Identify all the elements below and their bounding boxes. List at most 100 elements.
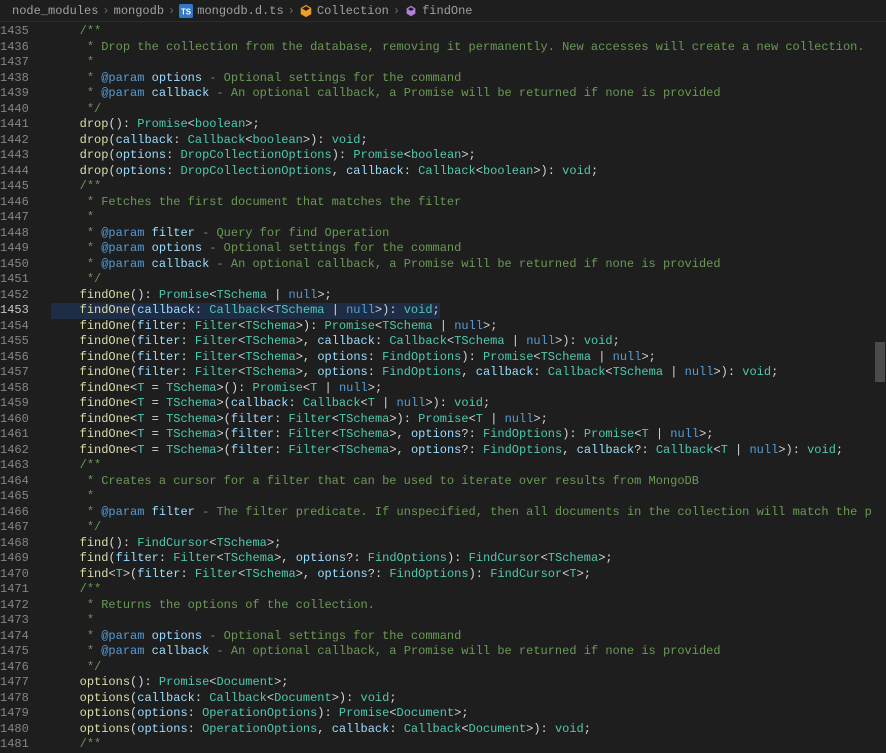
code-line[interactable]: */ bbox=[51, 660, 886, 676]
code-line[interactable]: /** bbox=[51, 458, 886, 474]
line-number: 1457 bbox=[0, 365, 29, 381]
line-number: 1479 bbox=[0, 706, 29, 722]
breadcrumb-item[interactable]: node_modules bbox=[12, 4, 98, 18]
code-line[interactable]: * Returns the options of the collection. bbox=[51, 598, 886, 614]
line-number: 1437 bbox=[0, 55, 29, 71]
vertical-scrollbar[interactable] bbox=[872, 22, 886, 748]
line-number: 1465 bbox=[0, 489, 29, 505]
code-line[interactable]: findOne(callback: Callback<TSchema | nul… bbox=[51, 303, 886, 319]
breadcrumb-label: findOne bbox=[422, 4, 472, 18]
code-line[interactable]: * @param options - Optional settings for… bbox=[51, 71, 886, 87]
code-line[interactable]: drop(callback: Callback<boolean>): void; bbox=[51, 133, 886, 149]
code-line[interactable]: * Creates a cursor for a filter that can… bbox=[51, 474, 886, 490]
line-number: 1461 bbox=[0, 427, 29, 443]
line-number: 1444 bbox=[0, 164, 29, 180]
code-line[interactable]: * Drop the collection from the database,… bbox=[51, 40, 886, 56]
line-number: 1459 bbox=[0, 396, 29, 412]
chevron-right-icon: › bbox=[168, 4, 175, 18]
line-number: 1474 bbox=[0, 629, 29, 645]
line-number: 1475 bbox=[0, 644, 29, 660]
line-number: 1446 bbox=[0, 195, 29, 211]
scrollbar-thumb[interactable] bbox=[875, 342, 885, 382]
line-number: 1458 bbox=[0, 381, 29, 397]
line-number: 1439 bbox=[0, 86, 29, 102]
code-content[interactable]: /** * Drop the collection from the datab… bbox=[47, 22, 886, 748]
code-line[interactable]: /** bbox=[51, 24, 886, 40]
code-line[interactable]: /** bbox=[51, 179, 886, 195]
code-line[interactable]: drop(options: DropCollectionOptions): Pr… bbox=[51, 148, 886, 164]
breadcrumb-item[interactable]: TS mongodb.d.ts bbox=[179, 4, 283, 18]
line-number: 1442 bbox=[0, 133, 29, 149]
line-number: 1476 bbox=[0, 660, 29, 676]
code-line[interactable]: findOne(filter: Filter<TSchema>): Promis… bbox=[51, 319, 886, 335]
line-number: 1454 bbox=[0, 319, 29, 335]
breadcrumb-item[interactable]: Collection bbox=[299, 4, 389, 18]
line-number: 1450 bbox=[0, 257, 29, 273]
line-number: 1470 bbox=[0, 567, 29, 583]
line-number: 1443 bbox=[0, 148, 29, 164]
code-line[interactable]: * @param callback - An optional callback… bbox=[51, 86, 886, 102]
breadcrumb-label: Collection bbox=[317, 4, 389, 18]
code-line[interactable]: options(callback: Callback<Document>): v… bbox=[51, 691, 886, 707]
code-line[interactable]: findOne<T = TSchema>(filter: Filter<TSch… bbox=[51, 427, 886, 443]
symbol-method-icon bbox=[404, 4, 418, 18]
code-line[interactable]: /** bbox=[51, 582, 886, 598]
breadcrumb-label: mongodb.d.ts bbox=[197, 4, 283, 18]
breadcrumb-item[interactable]: findOne bbox=[404, 4, 472, 18]
line-number: 1451 bbox=[0, 272, 29, 288]
code-line[interactable]: findOne(filter: Filter<TSchema>, callbac… bbox=[51, 334, 886, 350]
code-line[interactable]: findOne<T = TSchema>(filter: Filter<TSch… bbox=[51, 412, 886, 428]
line-number: 1480 bbox=[0, 722, 29, 738]
chevron-right-icon: › bbox=[102, 4, 109, 18]
breadcrumb-label: mongodb bbox=[114, 4, 164, 18]
code-line[interactable]: */ bbox=[51, 520, 886, 536]
line-number: 1466 bbox=[0, 505, 29, 521]
code-line[interactable]: * @param filter - The filter predicate. … bbox=[51, 505, 886, 521]
code-line[interactable]: findOne(): Promise<TSchema | null>; bbox=[51, 288, 886, 304]
code-editor[interactable]: 1435143614371438143914401441144214431444… bbox=[0, 22, 886, 748]
code-line[interactable]: * bbox=[51, 210, 886, 226]
code-line[interactable]: options(): Promise<Document>; bbox=[51, 675, 886, 691]
line-number: 1460 bbox=[0, 412, 29, 428]
code-line[interactable]: * @param filter - Query for find Operati… bbox=[51, 226, 886, 242]
line-number: 1456 bbox=[0, 350, 29, 366]
breadcrumb[interactable]: node_modules › mongodb › TS mongodb.d.ts… bbox=[0, 0, 886, 22]
line-number: 1447 bbox=[0, 210, 29, 226]
code-line[interactable]: * @param callback - An optional callback… bbox=[51, 257, 886, 273]
line-number: 1467 bbox=[0, 520, 29, 536]
line-number: 1449 bbox=[0, 241, 29, 257]
code-line[interactable]: */ bbox=[51, 102, 886, 118]
code-line[interactable]: findOne<T = TSchema>(): Promise<T | null… bbox=[51, 381, 886, 397]
code-line[interactable]: */ bbox=[51, 272, 886, 288]
line-number: 1452 bbox=[0, 288, 29, 304]
code-line[interactable]: drop(): Promise<boolean>; bbox=[51, 117, 886, 133]
breadcrumb-item[interactable]: mongodb bbox=[114, 4, 164, 18]
breadcrumb-label: node_modules bbox=[12, 4, 98, 18]
code-line[interactable]: * @param options - Optional settings for… bbox=[51, 241, 886, 257]
line-number: 1453 bbox=[0, 303, 29, 319]
code-line[interactable]: find(filter: Filter<TSchema>, options?: … bbox=[51, 551, 886, 567]
code-line[interactable]: options(options: OperationOptions, callb… bbox=[51, 722, 886, 738]
code-line[interactable]: * @param options - Optional settings for… bbox=[51, 629, 886, 645]
code-line[interactable]: * bbox=[51, 613, 886, 629]
code-line[interactable]: /** bbox=[51, 737, 886, 753]
code-line[interactable]: findOne(filter: Filter<TSchema>, options… bbox=[51, 365, 886, 381]
code-line[interactable]: drop(options: DropCollectionOptions, cal… bbox=[51, 164, 886, 180]
code-line[interactable]: findOne<T = TSchema>(callback: Callback<… bbox=[51, 396, 886, 412]
symbol-class-icon bbox=[299, 4, 313, 18]
code-line[interactable]: find<T>(filter: Filter<TSchema>, options… bbox=[51, 567, 886, 583]
code-line[interactable]: find(): FindCursor<TSchema>; bbox=[51, 536, 886, 552]
code-line[interactable]: findOne<T = TSchema>(filter: Filter<TSch… bbox=[51, 443, 886, 459]
code-line[interactable]: * @param callback - An optional callback… bbox=[51, 644, 886, 660]
code-line[interactable]: findOne(filter: Filter<TSchema>, options… bbox=[51, 350, 886, 366]
line-number: 1438 bbox=[0, 71, 29, 87]
code-line[interactable]: options(options: OperationOptions): Prom… bbox=[51, 706, 886, 722]
line-number: 1448 bbox=[0, 226, 29, 242]
line-number: 1481 bbox=[0, 737, 29, 753]
chevron-right-icon: › bbox=[393, 4, 400, 18]
line-number: 1435 bbox=[0, 24, 29, 40]
line-number: 1472 bbox=[0, 598, 29, 614]
code-line[interactable]: * Fetches the first document that matche… bbox=[51, 195, 886, 211]
code-line[interactable]: * bbox=[51, 489, 886, 505]
code-line[interactable]: * bbox=[51, 55, 886, 71]
